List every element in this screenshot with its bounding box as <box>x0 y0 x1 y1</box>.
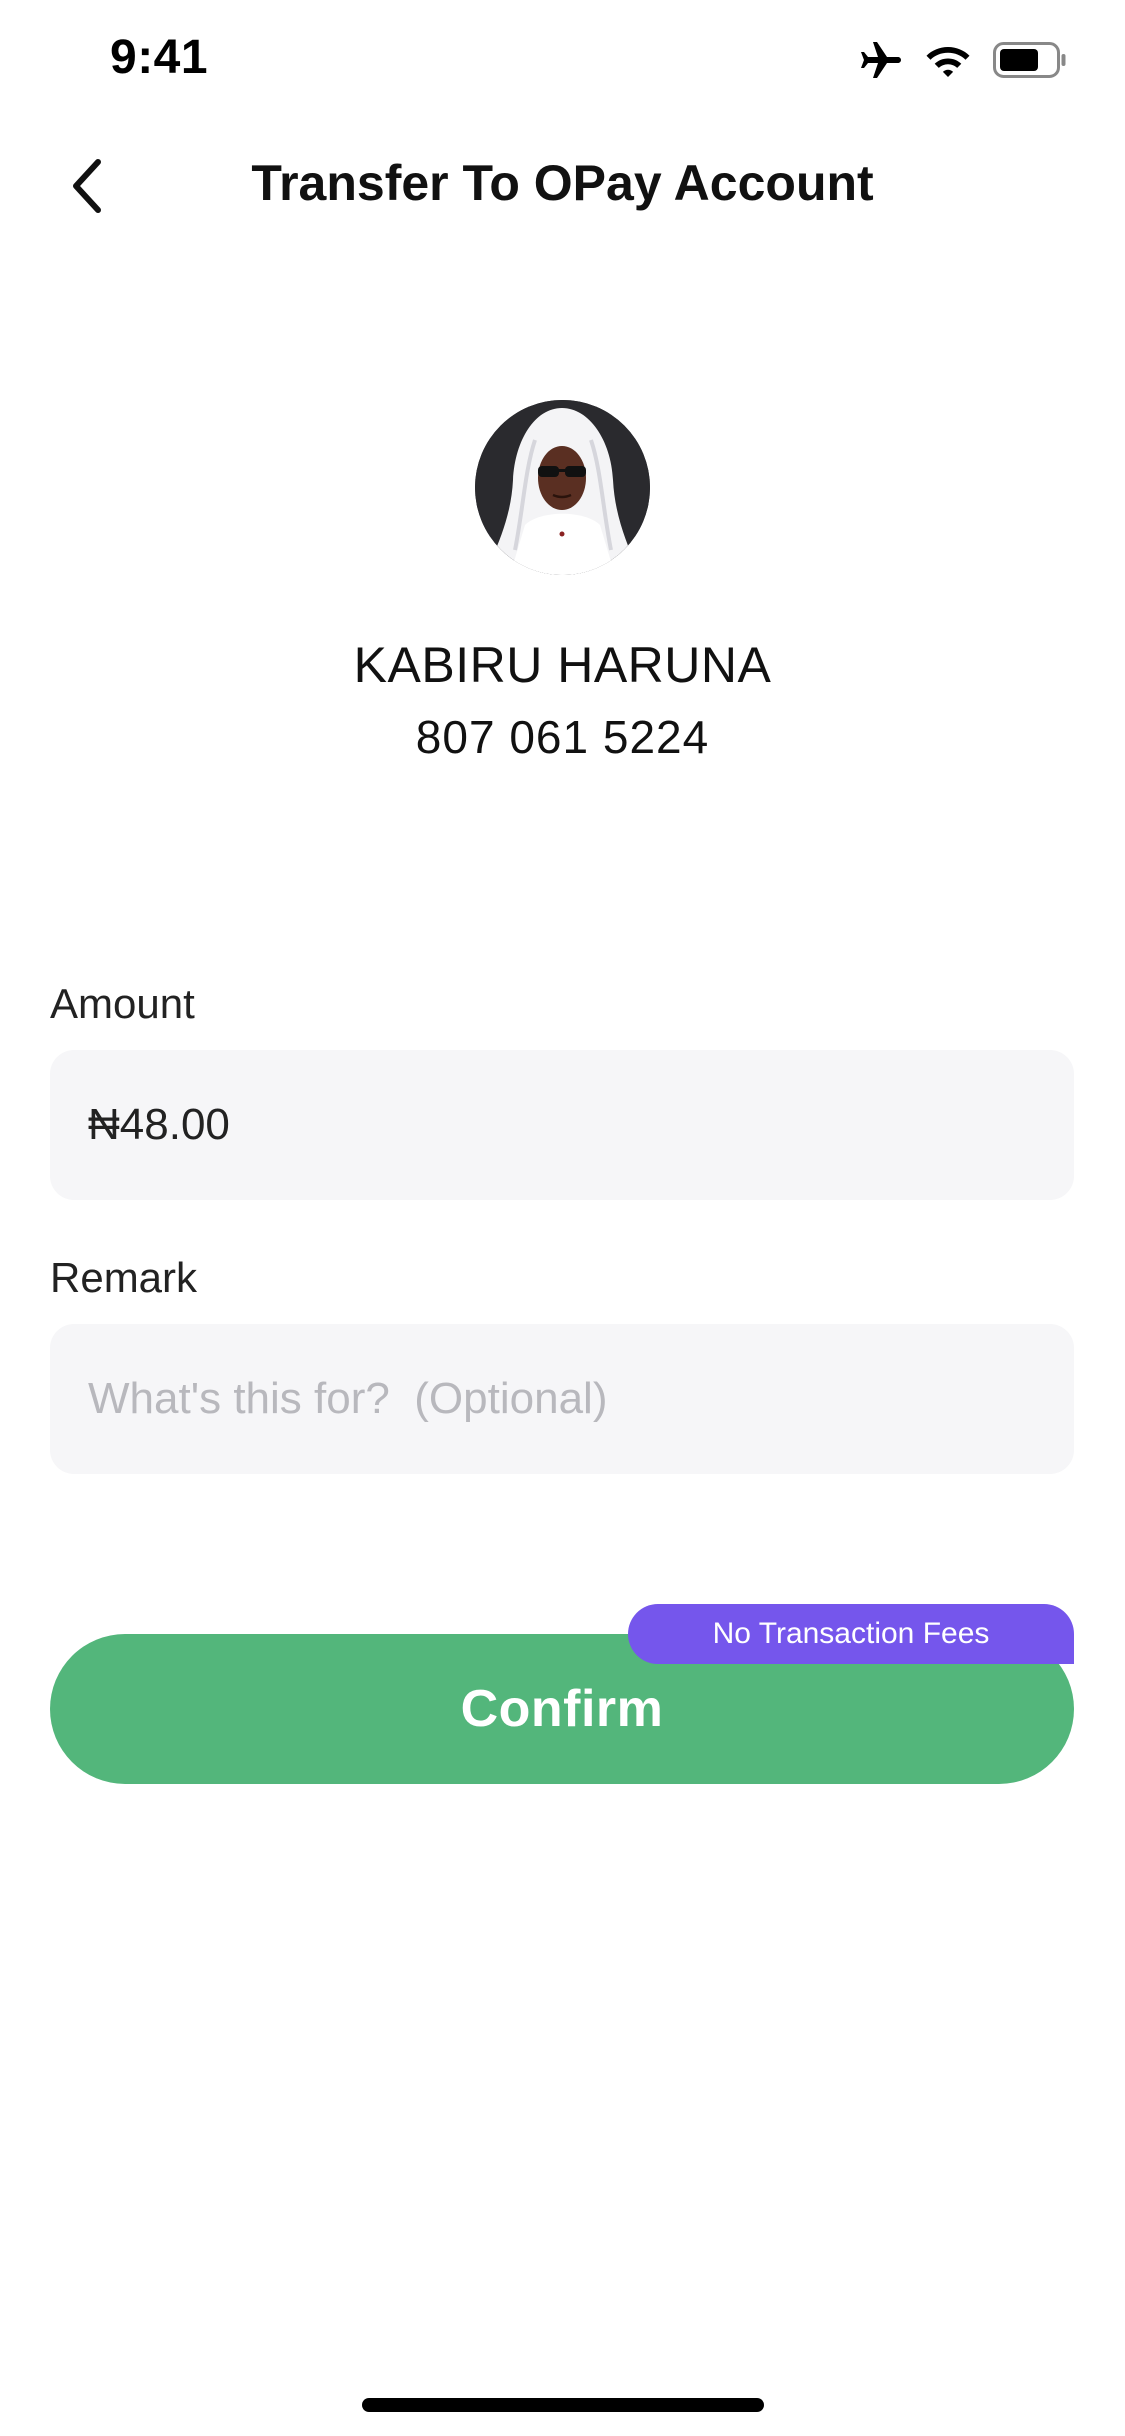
remark-field[interactable] <box>50 1324 1074 1474</box>
status-time: 9:41 <box>110 31 209 84</box>
home-indicator <box>362 2398 764 2412</box>
amount-field[interactable] <box>50 1050 1074 1200</box>
back-button[interactable] <box>48 148 128 228</box>
chevron-left-icon <box>68 156 108 221</box>
battery-icon <box>993 42 1067 78</box>
amount-input[interactable] <box>88 1100 1036 1150</box>
recipient-name: KABIRU HARUNA <box>353 637 772 693</box>
recipient-phone: 807 061 5224 <box>415 711 710 763</box>
remark-label: Remark <box>50 1254 198 1301</box>
page-title: Transfer To OPay Account <box>251 155 874 211</box>
confirm-label: Confirm <box>460 1680 664 1738</box>
remark-input[interactable] <box>88 1374 1036 1424</box>
no-fee-badge: No Transaction Fees <box>628 1604 1074 1664</box>
amount-label: Amount <box>50 980 195 1027</box>
wifi-icon <box>925 43 971 77</box>
airplane-icon <box>859 40 903 80</box>
nav-bar: Transfer To OPay Account <box>0 132 1125 242</box>
avatar <box>475 400 650 575</box>
status-icons <box>859 40 1067 80</box>
status-bar: 9:41 <box>0 0 1125 132</box>
